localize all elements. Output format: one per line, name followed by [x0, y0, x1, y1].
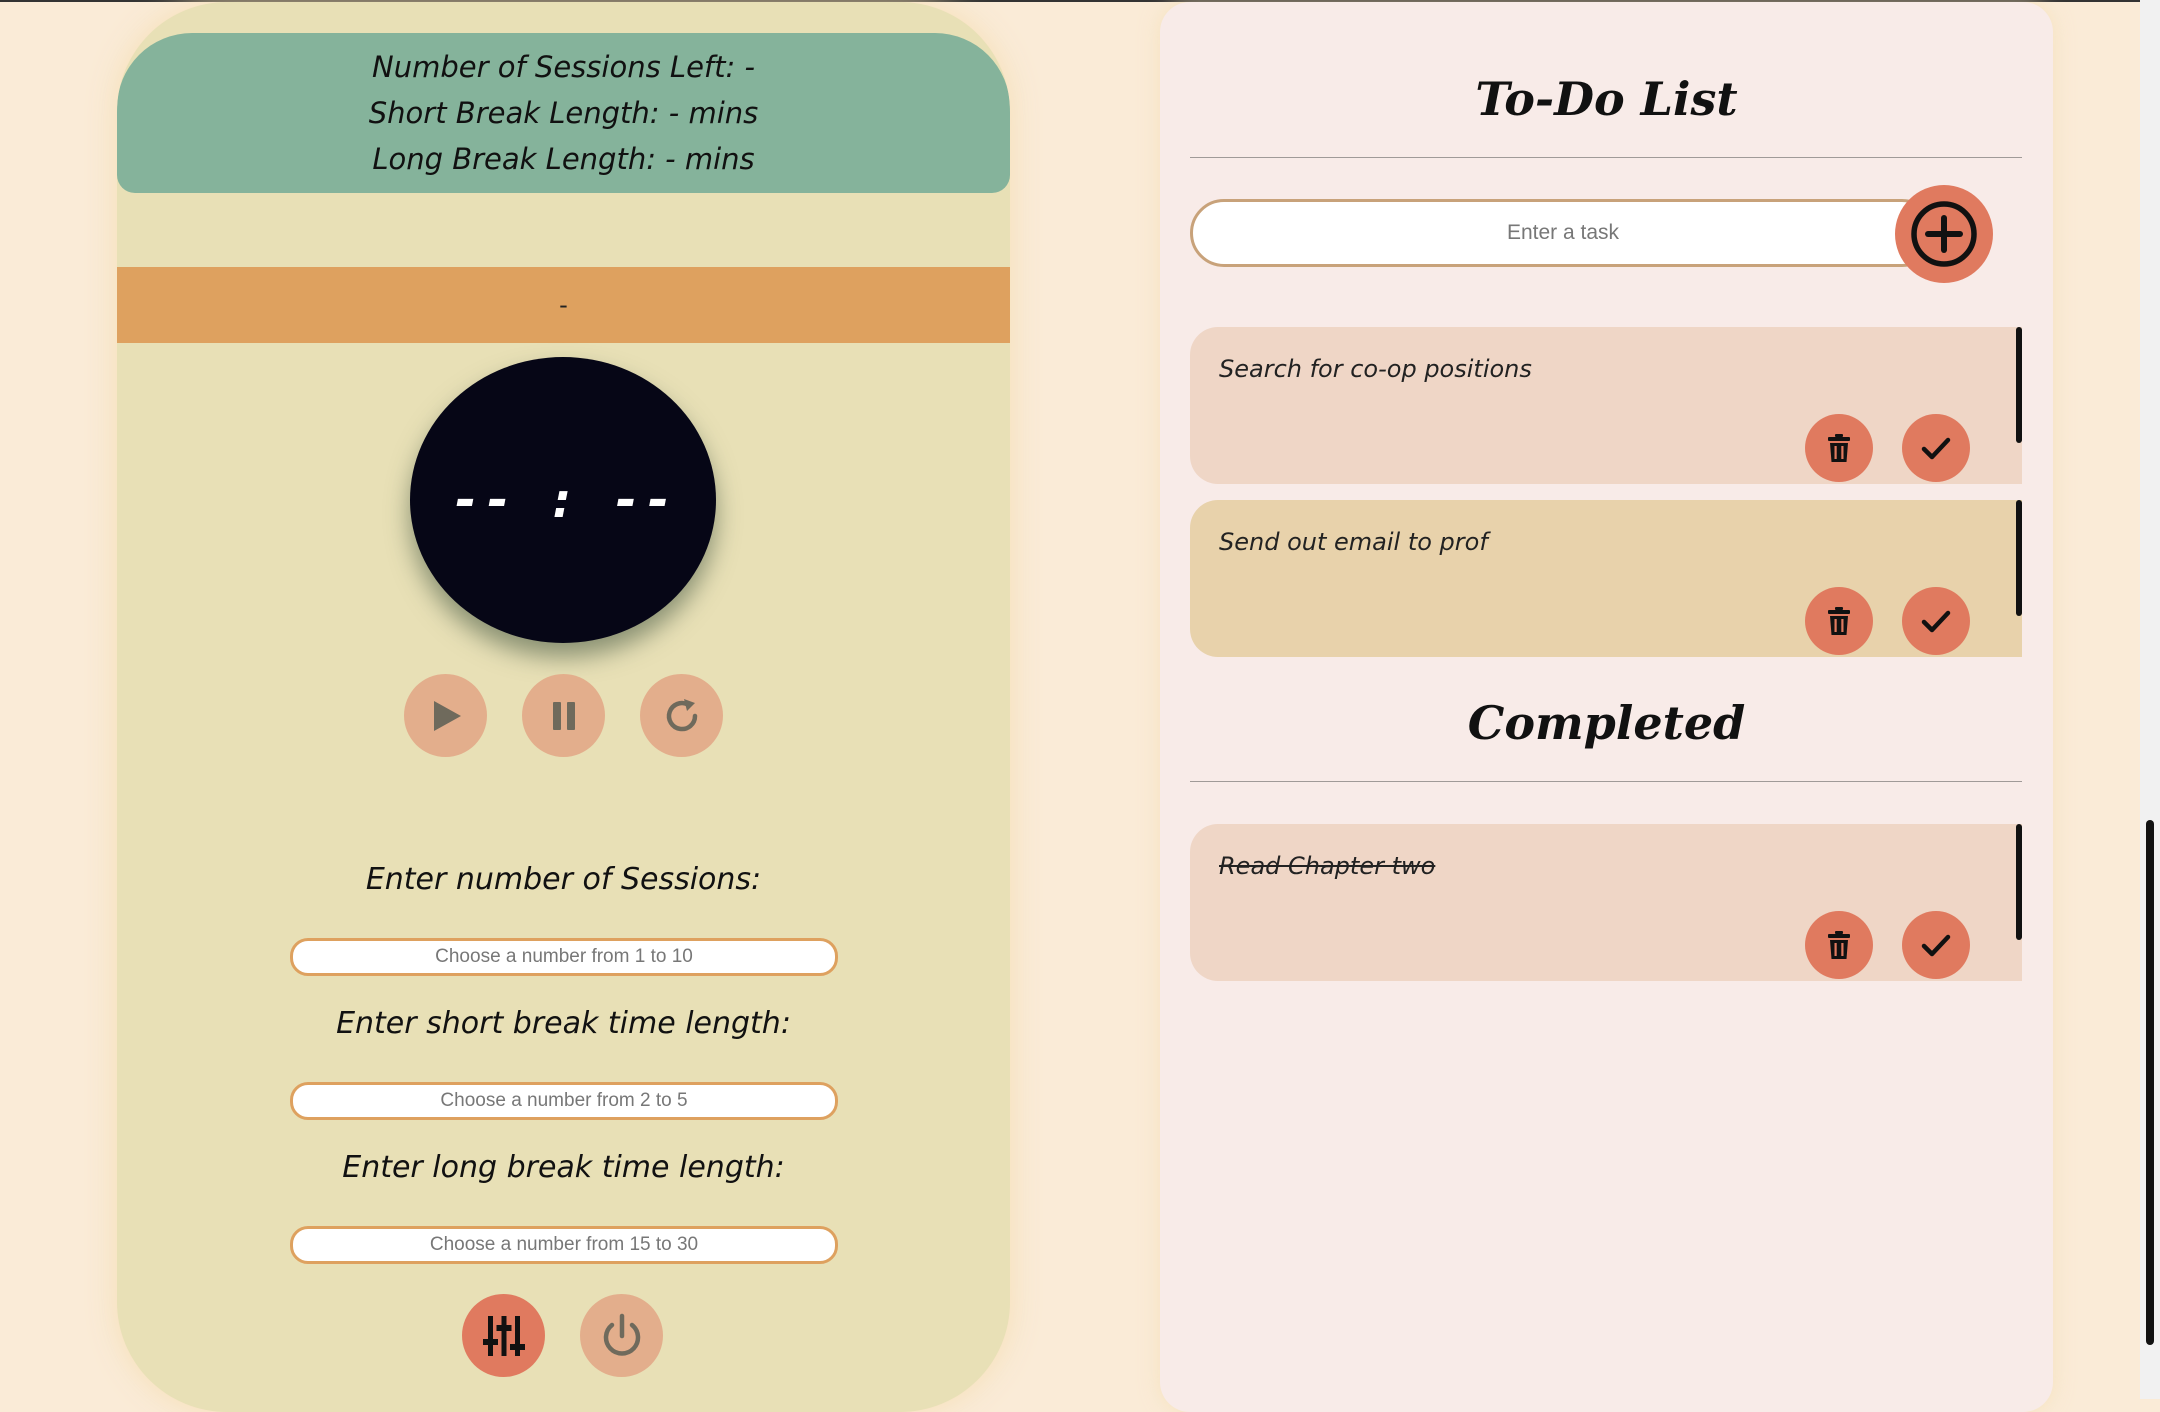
task-scrollbar[interactable] — [2016, 824, 2022, 940]
reset-button[interactable] — [640, 674, 723, 757]
power-icon — [603, 1313, 640, 1356]
sessions-label: Enter number of Sessions: — [365, 862, 762, 897]
pause-button[interactable] — [522, 674, 605, 757]
check-icon — [1921, 934, 1951, 957]
delete-task-button[interactable] — [1805, 414, 1873, 482]
task-scrollbar[interactable] — [2016, 327, 2022, 443]
short-break-label: Enter short break time length: — [336, 1006, 791, 1041]
status-bar: - — [117, 267, 1010, 343]
complete-task-button[interactable] — [1902, 414, 1970, 482]
delete-task-button[interactable] — [1805, 911, 1873, 979]
timer-text: -- : -- — [450, 471, 676, 529]
todo-panel: To-Do List Search for co-op positions — [1160, 2, 2053, 1412]
task-scrollbar[interactable] — [2016, 500, 2022, 616]
settings-button[interactable] — [462, 1294, 545, 1377]
todo-title: To-Do List — [1475, 72, 1738, 126]
complete-task-button[interactable] — [1902, 911, 1970, 979]
pomodoro-panel: Number of Sessions Left: - Short Break L… — [117, 2, 1010, 1412]
task-text: Search for co-op positions — [1219, 355, 1532, 383]
page-scrollbar-thumb[interactable] — [2146, 820, 2154, 1345]
task-item: Send out email to prof — [1190, 500, 2022, 657]
complete-task-button[interactable] — [1902, 587, 1970, 655]
page-scrollbar[interactable] — [2140, 0, 2160, 1399]
trash-icon — [1828, 607, 1850, 635]
check-icon — [1921, 437, 1951, 460]
plus-circle-icon — [1911, 201, 1977, 267]
add-task-button[interactable] — [1895, 185, 1993, 283]
task-text: Send out email to prof — [1219, 528, 1488, 556]
check-icon — [1921, 610, 1951, 633]
short-break-input[interactable] — [290, 1082, 838, 1120]
completed-divider — [1190, 781, 2022, 782]
task-item: Search for co-op positions — [1190, 327, 2022, 484]
power-button[interactable] — [580, 1294, 663, 1377]
play-button[interactable] — [404, 674, 487, 757]
short-break-text: Short Break Length: - mins — [368, 96, 759, 130]
pause-icon — [552, 701, 575, 730]
sessions-input[interactable] — [290, 938, 838, 976]
trash-icon — [1828, 434, 1850, 462]
session-info-card: Number of Sessions Left: - Short Break L… — [117, 33, 1010, 193]
long-break-label: Enter long break time length: — [342, 1150, 785, 1185]
todo-divider — [1190, 157, 2022, 158]
app-root: Number of Sessions Left: - Short Break L… — [0, 0, 2160, 1412]
sessions-left-text: Number of Sessions Left: - — [372, 50, 755, 84]
completed-task-item: Read Chapter two — [1190, 824, 2022, 981]
delete-task-button[interactable] — [1805, 587, 1873, 655]
timer-display: -- : -- — [410, 357, 716, 643]
long-break-text: Long Break Length: - mins — [372, 142, 755, 176]
long-break-input[interactable] — [290, 1226, 838, 1264]
play-icon — [433, 700, 461, 731]
trash-icon — [1828, 931, 1850, 959]
completed-task-text: Read Chapter two — [1219, 852, 1436, 880]
completed-title: Completed — [1467, 696, 1746, 750]
sliders-icon — [482, 1315, 525, 1356]
task-input[interactable] — [1190, 199, 1936, 267]
reset-icon — [666, 698, 697, 731]
